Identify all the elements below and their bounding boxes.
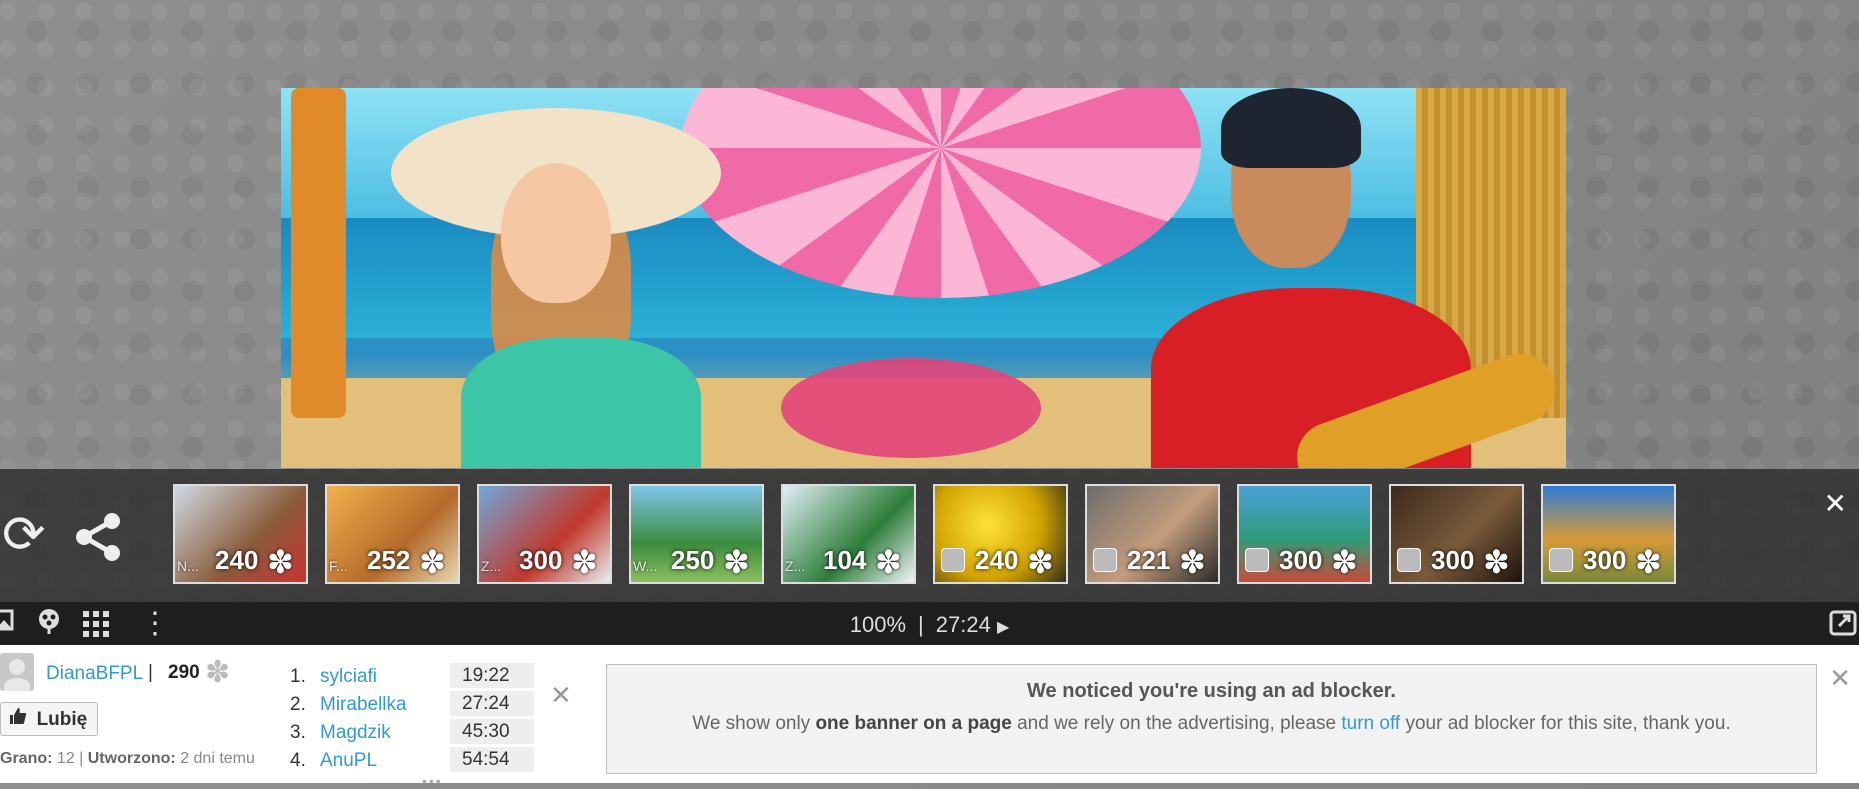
- ranking-row: 4. AnuPL 54:54: [290, 747, 540, 773]
- puzzle-info-panel: DianaBFPL | 290 ✽ Lubię Grano: 12 | Utwo…: [0, 645, 1859, 789]
- thumbnail-author-label: Z...: [481, 558, 502, 574]
- puzzle-piece-icon: ✽: [875, 544, 902, 580]
- author-separator: |: [148, 662, 153, 683]
- rank-player-link[interactable]: sylciafi: [320, 666, 377, 688]
- author-avatar-icon: [1093, 548, 1117, 572]
- puzzle-thumbnail[interactable]: 240 ✽: [933, 484, 1068, 584]
- turn-off-link[interactable]: turn off: [1341, 713, 1400, 734]
- puzzle-piece-icon: ✽: [1331, 544, 1358, 580]
- share-icon[interactable]: [74, 511, 122, 572]
- puzzle-piece-icon: ✽: [1027, 544, 1054, 580]
- created-value: 2 dni temu: [180, 750, 255, 767]
- puzzle-thumbnail[interactable]: 221 ✽: [1085, 484, 1220, 584]
- ad-text-part: your ad blocker for this site, thank you…: [1400, 713, 1731, 734]
- timer: 27:24: [935, 612, 991, 637]
- rank-time: 45:30: [450, 719, 534, 744]
- thumbnail-author-label: W...: [633, 558, 658, 574]
- piece-count: 300: [1431, 545, 1475, 575]
- rank-player-link[interactable]: Mirabellka: [320, 694, 407, 716]
- play-icon[interactable]: ▶: [997, 619, 1009, 636]
- piece-count: 300: [1583, 545, 1627, 575]
- close-icon[interactable]: ✕: [1829, 663, 1851, 694]
- refresh-icon[interactable]: ⟳: [2, 509, 46, 561]
- puzzle-piece-icon: ✽: [205, 656, 231, 689]
- ad-text-part: and we rely on the advertising, please: [1011, 713, 1342, 734]
- puzzle-piece-icon: ✽: [419, 544, 446, 580]
- puzzle-hammock: [781, 358, 1041, 458]
- zoom-level: 100%: [849, 612, 907, 637]
- ranking-row: 2. Mirabellka 27:24: [290, 691, 540, 717]
- played-value: 12: [56, 750, 75, 767]
- piece-count: 221: [1127, 545, 1171, 575]
- thumbnail-author-label: N...: [177, 558, 199, 574]
- puzzle-piece-icon: ✽: [267, 544, 294, 580]
- related-puzzles-strip: ⟳ N... 240 ✽ F... 252 ✽ Z... 300 ✽ W... 250 ✽ Z... 10…: [0, 469, 1859, 602]
- puzzle-image[interactable]: [281, 88, 1566, 468]
- puzzle-thumbnail[interactable]: W... 250 ✽: [629, 484, 764, 584]
- piece-count: 240: [975, 545, 1019, 575]
- puzzle-piece-icon: ✽: [1179, 544, 1206, 580]
- rank-time: 27:24: [450, 691, 534, 716]
- puzzle-piece-icon: ✽: [1635, 544, 1662, 580]
- puzzle-piece-icon: ✽: [1483, 544, 1510, 580]
- like-label: Lubię: [36, 709, 88, 730]
- rank-player-link[interactable]: Magdzik: [320, 722, 391, 744]
- puzzle-thumbnail[interactable]: 300 ✽: [1541, 484, 1676, 584]
- piece-count: 252: [367, 545, 411, 575]
- created-label: Utworzono:: [87, 750, 176, 767]
- ad-text-part: We show only: [692, 713, 816, 734]
- puzzle-piece-icon: ✽: [723, 544, 750, 580]
- piece-count: 300: [519, 545, 563, 575]
- rank-position: 3.: [290, 722, 306, 743]
- rank-position: 2.: [290, 694, 306, 715]
- rank-position: 1.: [290, 666, 306, 687]
- author-avatar-icon: [1397, 548, 1421, 572]
- ad-blocker-notice: We noticed you're using an ad blocker. W…: [606, 664, 1817, 774]
- piece-count: 250: [671, 545, 715, 575]
- author-avatar-icon: [941, 548, 965, 572]
- ranking-row: 3. Magdzik 45:30: [290, 719, 540, 745]
- puzzle-thumbnail[interactable]: 300 ✽: [1237, 484, 1372, 584]
- close-icon[interactable]: ✕: [550, 680, 572, 711]
- puzzle-meta: Grano: 12 | Utworzono: 2 dni temu: [0, 750, 255, 767]
- played-label: Grano:: [0, 750, 53, 767]
- piece-count: 240: [215, 545, 259, 575]
- ad-text-bold: one banner on a page: [815, 713, 1012, 734]
- piece-count: 300: [1279, 545, 1323, 575]
- ranking-row: 1. sylciafi 19:22: [290, 663, 540, 689]
- thumbnail-author-label: Z...: [785, 558, 806, 574]
- avatar[interactable]: [0, 653, 34, 691]
- puzzle-woman-figure: [391, 108, 721, 468]
- ad-notice-text: We show only one banner on a page and we…: [607, 713, 1816, 735]
- author-score: 290: [168, 662, 200, 683]
- author-avatar-icon: [1549, 548, 1573, 572]
- author-avatar-icon: [1245, 548, 1269, 572]
- puzzle-thumbnail[interactable]: 300 ✽: [1389, 484, 1524, 584]
- piece-count: 104: [823, 545, 867, 575]
- fullscreen-icon[interactable]: [1829, 610, 1857, 643]
- ad-notice-title: We noticed you're using an ad blocker.: [1027, 680, 1396, 702]
- close-icon[interactable]: ✕: [1824, 487, 1847, 520]
- like-button[interactable]: Lubię: [0, 702, 98, 736]
- puzzle-thumbnail[interactable]: Z... 104 ✽: [781, 484, 916, 584]
- rank-time: 19:22: [450, 663, 534, 688]
- puzzle-palm-trunk: [291, 88, 346, 418]
- puzzle-toolbar: ⋮ 100% | 27:24 ▶: [0, 602, 1859, 645]
- puzzle-thumbnail[interactable]: N... 240 ✽: [173, 484, 308, 584]
- thumbs-up-icon: [9, 708, 33, 730]
- puzzle-piece-icon: ✽: [571, 544, 598, 580]
- rank-position: 4.: [290, 750, 306, 771]
- author-name-link[interactable]: DianaBFPL: [46, 663, 143, 685]
- rank-player-link[interactable]: AnuPL: [320, 750, 377, 772]
- thumbnail-author-label: F...: [329, 558, 348, 574]
- puzzle-thumbnail[interactable]: Z... 300 ✽: [477, 484, 612, 584]
- rank-time: 54:54: [450, 747, 534, 772]
- puzzle-thumbnail[interactable]: F... 252 ✽: [325, 484, 460, 584]
- toolbar-separator: |: [918, 612, 924, 637]
- more-icon[interactable]: •••: [422, 773, 443, 789]
- zoom-time-display: 100% | 27:24 ▶: [0, 612, 1859, 638]
